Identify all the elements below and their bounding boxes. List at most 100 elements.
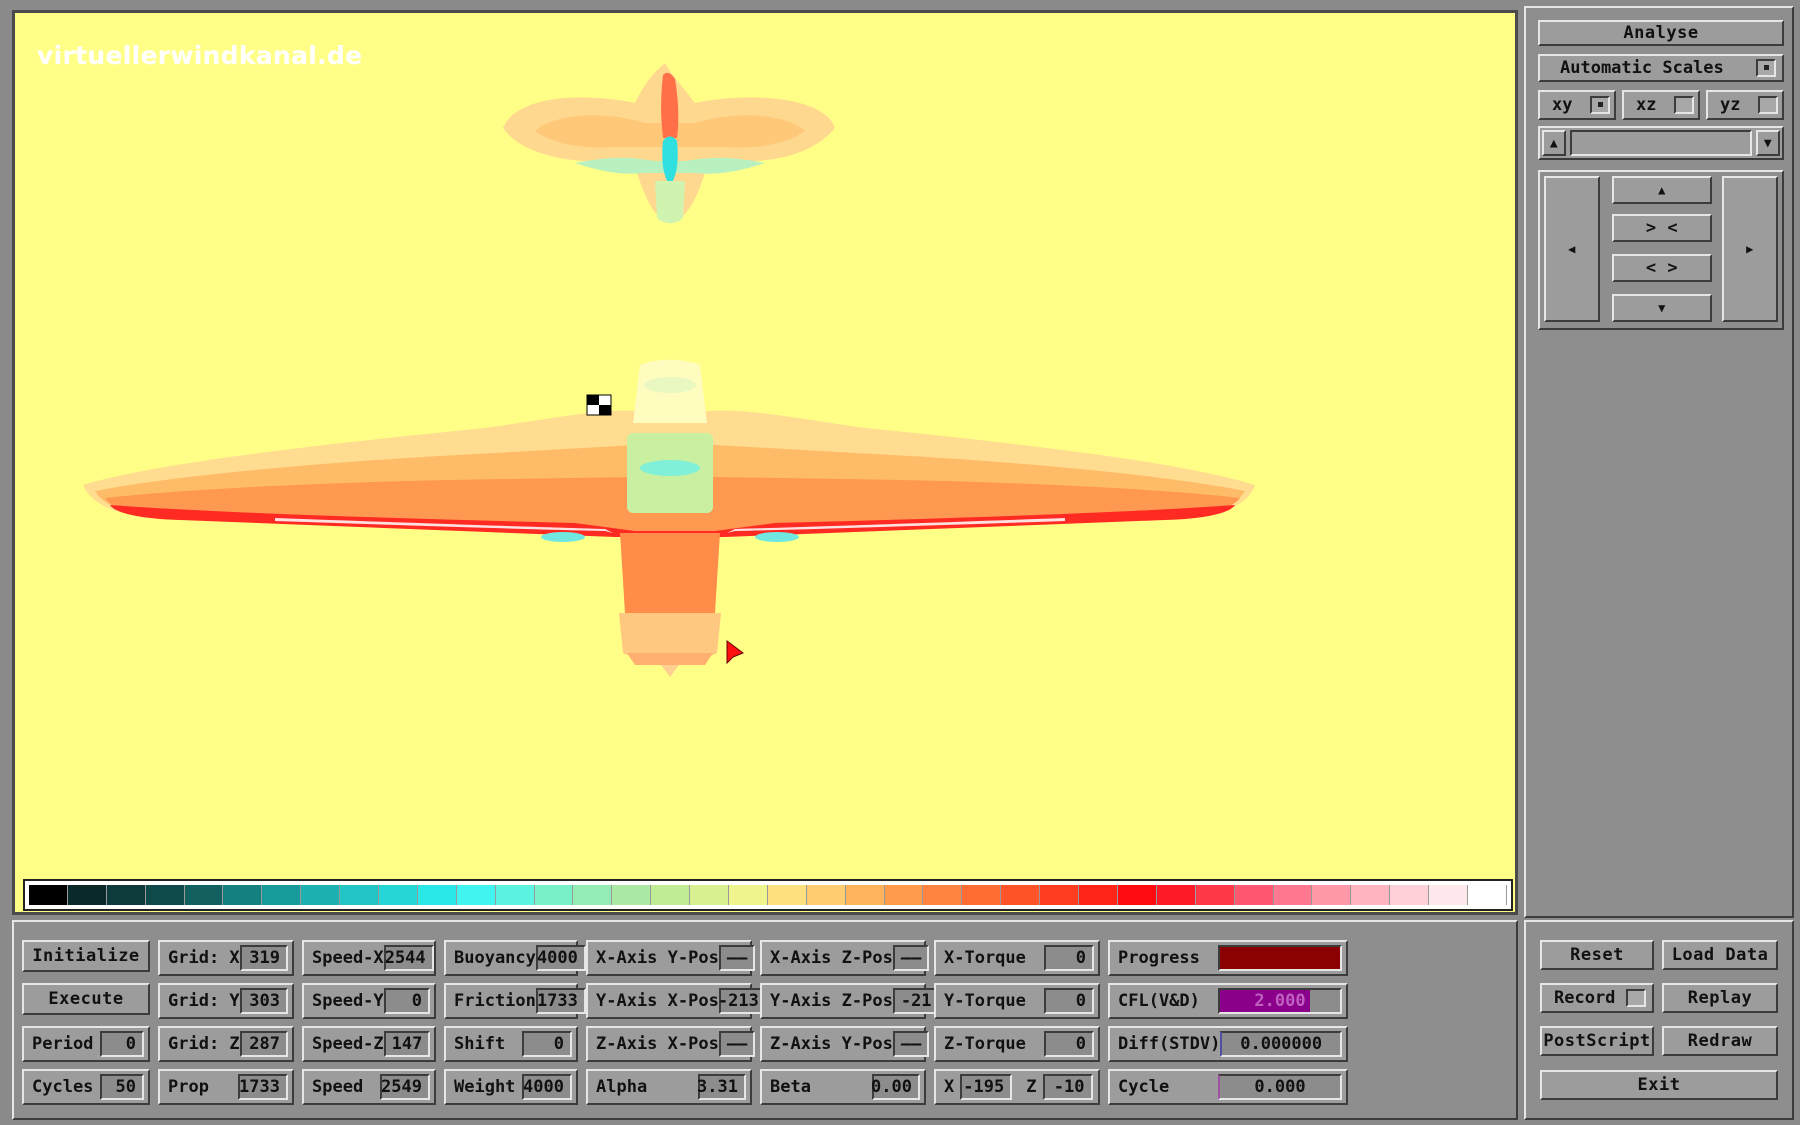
param-speed-z: Speed-Z 147 — [302, 1026, 436, 1062]
param-value[interactable]: 0 — [1044, 945, 1094, 971]
param-z-torque: Z-Torque 0 — [934, 1026, 1100, 1062]
plane-checkbox[interactable] — [1758, 96, 1778, 114]
param-label: Grid: X — [168, 948, 240, 968]
param-value[interactable]: 287 — [239, 1031, 288, 1057]
pan-right-button[interactable]: ▶ — [1722, 176, 1778, 322]
param-label: X-Torque — [944, 948, 1026, 968]
color-swatch — [884, 885, 924, 905]
param-speed: Speed 2549 — [302, 1069, 436, 1105]
param-beta: Beta 0.00 — [760, 1069, 926, 1105]
param-value[interactable]: 3.31 — [697, 1074, 746, 1100]
param-label: Speed-Z — [312, 1034, 384, 1054]
param-label: X-Axis Z-Pos — [770, 948, 893, 968]
fuselage-body — [620, 533, 720, 627]
param-label: Cycle — [1118, 1077, 1170, 1097]
color-swatch — [67, 885, 107, 905]
exit-button[interactable]: Exit — [1540, 1070, 1778, 1100]
replay-button[interactable]: Replay — [1662, 983, 1778, 1013]
origin-marker[interactable] — [586, 394, 612, 416]
watermark-text: virtuellerwindkanal.de — [37, 41, 363, 70]
param-label: Prop — [168, 1077, 209, 1097]
param-value[interactable]: 0 — [1044, 1031, 1094, 1057]
param-label: Progress — [1118, 948, 1200, 968]
param-label: Y-Axis X-Pos — [596, 991, 719, 1011]
pan-up-button[interactable]: ▲ — [1612, 176, 1712, 204]
param-value[interactable]: -21 — [892, 988, 940, 1014]
postscript-button[interactable]: PostScript — [1540, 1026, 1654, 1056]
param-value[interactable]: 0 — [522, 1031, 572, 1057]
auto-scales-checkbox[interactable] — [1756, 59, 1776, 77]
plane-option-xy[interactable]: xy — [1538, 90, 1616, 120]
color-swatch — [1273, 885, 1313, 905]
param-value[interactable]: 2544 — [383, 945, 434, 971]
scroll-down-button[interactable]: ▼ — [1756, 130, 1780, 156]
pressure-contour-plot — [83, 63, 1255, 677]
plane-label: xy — [1552, 95, 1573, 115]
param-y-axis-x-pos: Y-Axis X-Pos -213 — [586, 983, 767, 1019]
record-checkbox[interactable] — [1626, 989, 1646, 1007]
param-label: X-Axis Y-Pos — [596, 948, 719, 968]
param-value[interactable]: 1733 — [238, 1074, 288, 1100]
param-value[interactable]: —— — [892, 945, 930, 971]
param-value[interactable]: 0 — [100, 1031, 144, 1057]
param-value[interactable]: 0.00 — [871, 1074, 920, 1100]
analyse-button[interactable]: Analyse — [1538, 20, 1784, 46]
param-x-z: X -195 Z -10 — [934, 1069, 1100, 1105]
param-value[interactable]: 50 — [100, 1074, 144, 1100]
control-panel: Reset Load Data Record Replay PostScript… — [1524, 920, 1794, 1120]
param-value[interactable]: 0 — [383, 988, 430, 1014]
plane-checkbox[interactable] — [1674, 96, 1694, 114]
plane-option-xz[interactable]: xz — [1622, 90, 1700, 120]
color-swatch — [1156, 885, 1196, 905]
param-value[interactable]: —— — [892, 1031, 930, 1057]
param-value[interactable]: 147 — [383, 1031, 431, 1057]
flow-viewport[interactable]: virtuellerwindkanal.de — [12, 10, 1518, 915]
param-value[interactable]: —— — [718, 1031, 756, 1057]
fuselage-top-ring — [644, 377, 696, 393]
param-value[interactable]: 303 — [239, 988, 288, 1014]
plane-checkbox[interactable] — [1590, 96, 1610, 114]
color-swatch — [29, 885, 68, 905]
navigation-pad: ◀ ▲ > < < > ▼ ▶ — [1538, 170, 1784, 330]
zoom-out-button[interactable]: < > — [1612, 254, 1712, 282]
x-value[interactable]: -195 — [960, 1074, 1013, 1100]
param-label: Speed-Y — [312, 991, 384, 1011]
reset-button[interactable]: Reset — [1540, 940, 1654, 970]
color-swatch — [1312, 885, 1352, 905]
scroll-up-button[interactable]: ▲ — [1542, 130, 1566, 156]
color-swatch — [417, 885, 457, 905]
initialize-button[interactable]: Initialize — [22, 940, 150, 972]
param-value[interactable]: —— — [718, 945, 756, 971]
param-value[interactable]: 2549 — [380, 1074, 430, 1100]
param-period: Period 0 — [22, 1026, 150, 1062]
z-value[interactable]: -10 — [1042, 1074, 1093, 1100]
record-toggle[interactable]: Record — [1540, 983, 1654, 1013]
pan-down-button[interactable]: ▼ — [1612, 294, 1712, 322]
color-swatch — [534, 885, 574, 905]
param-value[interactable]: 319 — [239, 945, 288, 971]
param-label: Speed — [312, 1077, 364, 1097]
slice-scroll-track[interactable] — [1570, 130, 1752, 156]
diff-value: 0.000000 — [1220, 1031, 1342, 1057]
param-z-axis-y-pos: Z-Axis Y-Pos —— — [760, 1026, 930, 1062]
auto-scales-row[interactable]: Automatic Scales — [1538, 54, 1784, 82]
param-friction: Friction 1733 — [444, 983, 586, 1019]
redraw-button[interactable]: Redraw — [1662, 1026, 1778, 1056]
zoom-in-button[interactable]: > < — [1612, 214, 1712, 242]
fuselage-tail-tip — [627, 653, 713, 665]
param-label: Beta — [770, 1077, 811, 1097]
pan-left-button[interactable]: ◀ — [1544, 176, 1600, 322]
color-swatch — [1351, 885, 1391, 905]
load-data-button[interactable]: Load Data — [1662, 940, 1778, 970]
color-swatch — [1234, 885, 1274, 905]
param-value[interactable]: 4000 — [522, 1074, 572, 1100]
param-value[interactable]: 1733 — [535, 988, 586, 1014]
execute-button[interactable]: Execute — [22, 983, 150, 1015]
param-value[interactable]: 0 — [1044, 988, 1094, 1014]
plane-option-yz[interactable]: yz — [1706, 90, 1784, 120]
param-z-axis-x-pos: Z-Axis X-Pos —— — [586, 1026, 756, 1062]
param-buoyancy: Buoyancy 4000 — [444, 940, 586, 976]
color-swatch — [962, 885, 1002, 905]
record-label: Record — [1554, 988, 1616, 1008]
param-value[interactable]: 4000 — [535, 945, 586, 971]
